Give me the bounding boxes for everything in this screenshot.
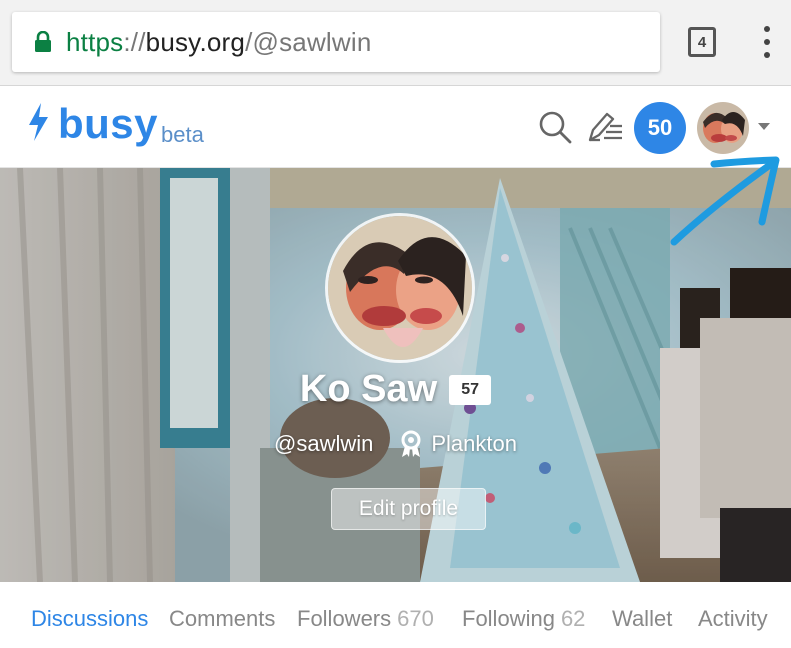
tab-label: Comments <box>169 606 276 631</box>
tab-count: 62 <box>560 606 586 631</box>
tab-label: Discussions <box>31 606 149 631</box>
write-icon[interactable] <box>586 110 624 144</box>
url-scheme: https <box>66 26 124 57</box>
profile-rank: Plankton <box>431 431 517 456</box>
profile-avatar <box>325 213 475 363</box>
address-bar[interactable]: https://busy.org/@sawlwin <box>12 12 660 72</box>
profile-handle: @sawlwin <box>274 431 374 456</box>
arrow-annotation <box>670 156 780 246</box>
profile-name-row: Ko Saw 57 <box>0 368 791 411</box>
overflow-menu-icon[interactable] <box>757 26 777 58</box>
profile-nav: Discussions Comments Followers 670 Follow… <box>0 582 791 648</box>
search-icon[interactable] <box>538 110 572 144</box>
ribbon-icon <box>401 430 421 457</box>
tab-following[interactable]: Following 62 <box>462 606 585 632</box>
tab-count: 670 <box>397 606 434 631</box>
tab-label: Wallet <box>612 606 673 631</box>
tab-activity[interactable]: Activity <box>698 606 768 632</box>
tab-label: Followers <box>297 606 392 631</box>
profile-meta: @sawlwin Plankton <box>0 430 791 458</box>
beta-badge: beta <box>161 122 204 147</box>
tab-followers[interactable]: Followers 670 <box>297 606 434 632</box>
url-text: https://busy.org/@sawlwin <box>66 27 372 58</box>
url-host: busy.org <box>145 26 246 57</box>
edit-profile-button[interactable]: Edit profile <box>331 488 486 530</box>
tab-comments[interactable]: Comments <box>169 606 275 632</box>
tab-wallet[interactable]: Wallet <box>612 606 672 632</box>
bolt-icon <box>29 103 48 141</box>
reputation-badge: 57 <box>449 374 492 405</box>
tab-label: Activity <box>698 606 768 631</box>
url-path: /@sawlwin <box>245 26 372 57</box>
notifications-badge[interactable]: 50 <box>634 102 686 154</box>
logo-word: busy <box>58 100 159 147</box>
chevron-down-icon[interactable] <box>758 123 770 130</box>
tabs-icon[interactable]: 4 <box>688 27 716 57</box>
profile-name: Ko Saw <box>299 368 438 410</box>
tab-discussions[interactable]: Discussions <box>31 606 148 632</box>
tab-label: Following <box>462 606 555 631</box>
busy-logo[interactable]: busy beta <box>26 102 204 146</box>
header-avatar[interactable] <box>697 102 749 154</box>
url-separator: :// <box>123 26 146 57</box>
browser-toolbar: https://busy.org/@sawlwin 4 <box>0 0 791 86</box>
lock-icon <box>32 27 54 57</box>
